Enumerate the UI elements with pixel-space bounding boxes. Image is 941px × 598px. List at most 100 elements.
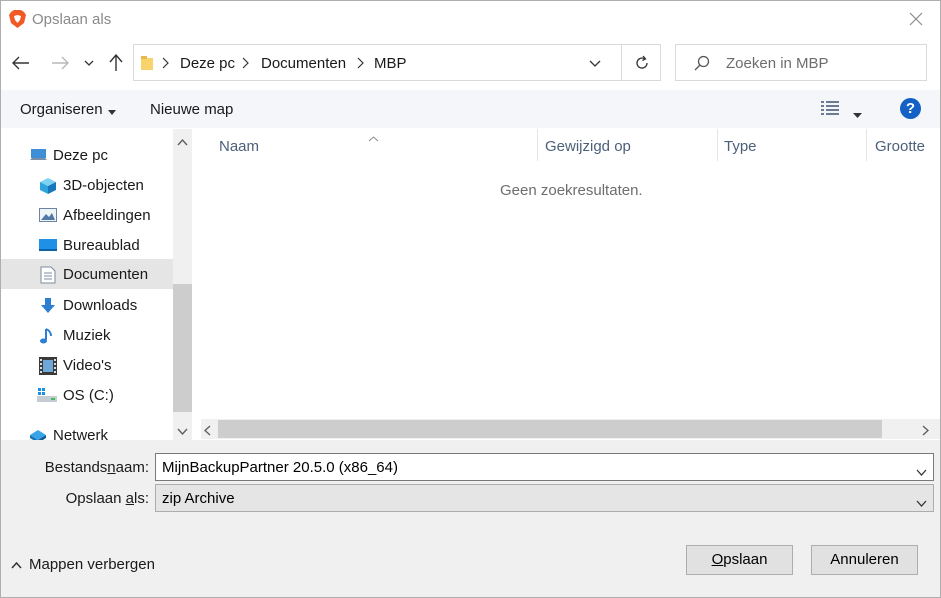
- help-button[interactable]: ?: [900, 98, 921, 119]
- breadcrumb-item[interactable]: Deze pc: [180, 55, 235, 72]
- nav-item-network[interactable]: Netwerk: [1, 420, 173, 440]
- filename-label-part: aam:: [115, 459, 149, 476]
- refresh-button[interactable]: [621, 45, 662, 80]
- caret-down-icon[interactable]: [853, 105, 862, 122]
- sort-ascending-icon: [368, 129, 379, 146]
- caret-down-icon: [107, 102, 116, 119]
- chevron-right-icon: [357, 56, 364, 73]
- nav-vertical-scrollbar[interactable]: [173, 129, 192, 440]
- arrow-up-icon: [109, 54, 123, 71]
- nav-item-documents[interactable]: Documenten: [1, 259, 173, 289]
- desktop-icon: [39, 237, 57, 253]
- column-divider: [717, 129, 718, 161]
- column-header-modified[interactable]: Gewijzigd op: [545, 138, 631, 155]
- save-options-panel: Bestandsnaam: MijnBackupPartner 20.5.0 (…: [1, 440, 940, 597]
- brave-lion-icon: [9, 10, 26, 28]
- nav-item-label: Downloads: [63, 297, 138, 314]
- nav-item-pictures[interactable]: Afbeeldingen: [1, 200, 173, 230]
- arrow-left-icon: [12, 56, 29, 70]
- chevron-down-icon[interactable]: [916, 463, 927, 480]
- column-divider: [866, 129, 867, 161]
- breadcrumb-item[interactable]: MBP: [374, 55, 407, 72]
- empty-message: Geen zoekresultaten.: [500, 182, 643, 199]
- nav-item-os-drive[interactable]: OS (C:): [1, 380, 173, 410]
- recent-locations-button[interactable]: [79, 49, 99, 77]
- close-button[interactable]: [902, 5, 930, 33]
- close-icon: [909, 12, 923, 26]
- nav-item-videos[interactable]: Video's: [1, 350, 173, 380]
- document-icon: [40, 266, 58, 284]
- file-list: Naam Gewijzigd op Type Grootte Geen zoek…: [192, 129, 940, 440]
- scroll-left-icon[interactable]: [203, 423, 211, 440]
- chevron-right-icon: [242, 56, 249, 73]
- save-type-select[interactable]: zip Archive: [155, 484, 934, 512]
- download-icon: [39, 297, 57, 313]
- column-divider: [537, 129, 538, 161]
- search-placeholder: Zoeken in MBP: [726, 55, 829, 72]
- nav-item-label: Bureaublad: [63, 237, 140, 254]
- filename-label-accesskey: n: [107, 459, 116, 476]
- scrollbar-thumb[interactable]: [218, 420, 882, 438]
- save-type-label: Opslaan als:: [1, 490, 149, 507]
- drive-icon: [37, 387, 57, 403]
- organize-label: Organiseren: [20, 101, 103, 118]
- address-bar[interactable]: Deze pc Documenten MBP: [133, 44, 661, 81]
- nav-item-downloads[interactable]: Downloads: [1, 290, 173, 320]
- new-folder-button[interactable]: Nieuwe map: [150, 101, 233, 118]
- pictures-icon: [39, 207, 57, 223]
- hide-folders-toggle[interactable]: Mappen verbergen: [11, 556, 155, 573]
- up-button[interactable]: [103, 49, 129, 77]
- nav-item-label: Netwerk: [53, 427, 109, 440]
- nav-item-desktop[interactable]: Bureaublad: [1, 230, 173, 260]
- save-button[interactable]: Opslaan: [686, 545, 793, 575]
- music-icon: [39, 327, 57, 344]
- network-icon: [28, 427, 46, 440]
- nav-item-3d-objects[interactable]: 3D-objecten: [1, 170, 173, 200]
- back-button[interactable]: [8, 49, 34, 77]
- cube-icon: [39, 177, 57, 194]
- filename-value: MijnBackupPartner 20.5.0 (x86_64): [162, 459, 398, 476]
- computer-icon: [30, 147, 48, 163]
- nav-item-this-pc[interactable]: Deze pc: [1, 140, 173, 170]
- forward-button[interactable]: [47, 49, 73, 77]
- save-type-label-accesskey: a: [125, 490, 134, 507]
- scrollbar-thumb[interactable]: [173, 284, 192, 412]
- filename-field[interactable]: MijnBackupPartner 20.5.0 (x86_64): [155, 453, 934, 481]
- list-horizontal-scrollbar[interactable]: [201, 419, 940, 439]
- nav-item-label: Documenten: [63, 266, 149, 283]
- navigation-pane: Deze pc 3D-objecten Afbeeldingen Bureaub…: [1, 129, 173, 440]
- search-icon: [694, 55, 710, 75]
- address-dropdown-icon[interactable]: [589, 55, 601, 72]
- column-header-name[interactable]: Naam: [219, 138, 259, 155]
- chevron-down-icon: [916, 494, 927, 511]
- save-as-dialog: Opslaan als Deze pc Documenten MBP Zoeke: [0, 0, 941, 598]
- refresh-icon: [636, 55, 648, 69]
- title-bar: Opslaan als: [1, 1, 940, 39]
- chevron-up-icon: [11, 561, 22, 569]
- cancel-button[interactable]: Annuleren: [811, 545, 918, 575]
- save-button-accesskey: O: [711, 551, 724, 568]
- column-header-size[interactable]: Grootte: [875, 138, 925, 155]
- nav-item-music[interactable]: Muziek: [1, 320, 173, 350]
- nav-item-label: Video's: [63, 357, 112, 374]
- nav-item-label: Muziek: [63, 327, 111, 344]
- scroll-right-icon[interactable]: [922, 423, 930, 440]
- nav-item-label: Afbeeldingen: [63, 207, 151, 224]
- save-type-value: zip Archive: [162, 490, 235, 507]
- nav-item-label: OS (C:): [63, 387, 114, 404]
- scroll-down-icon[interactable]: [177, 422, 188, 439]
- video-icon: [39, 357, 57, 375]
- breadcrumb-item[interactable]: Documenten: [261, 55, 346, 72]
- folder-icon: [140, 55, 154, 75]
- scroll-up-icon[interactable]: [177, 133, 188, 150]
- search-box[interactable]: Zoeken in MBP: [675, 44, 927, 81]
- arrow-right-icon: [52, 56, 69, 70]
- organize-button[interactable]: Organiseren: [20, 101, 116, 119]
- column-header-type[interactable]: Type: [724, 138, 757, 155]
- save-button-label: pslaan: [723, 551, 768, 568]
- view-options-icon[interactable]: [821, 100, 839, 120]
- nav-item-label: Deze pc: [53, 147, 109, 164]
- save-type-label-part: Opslaan: [65, 490, 126, 507]
- chevron-right-icon: [162, 56, 169, 73]
- save-type-label-part: ls:: [134, 490, 149, 507]
